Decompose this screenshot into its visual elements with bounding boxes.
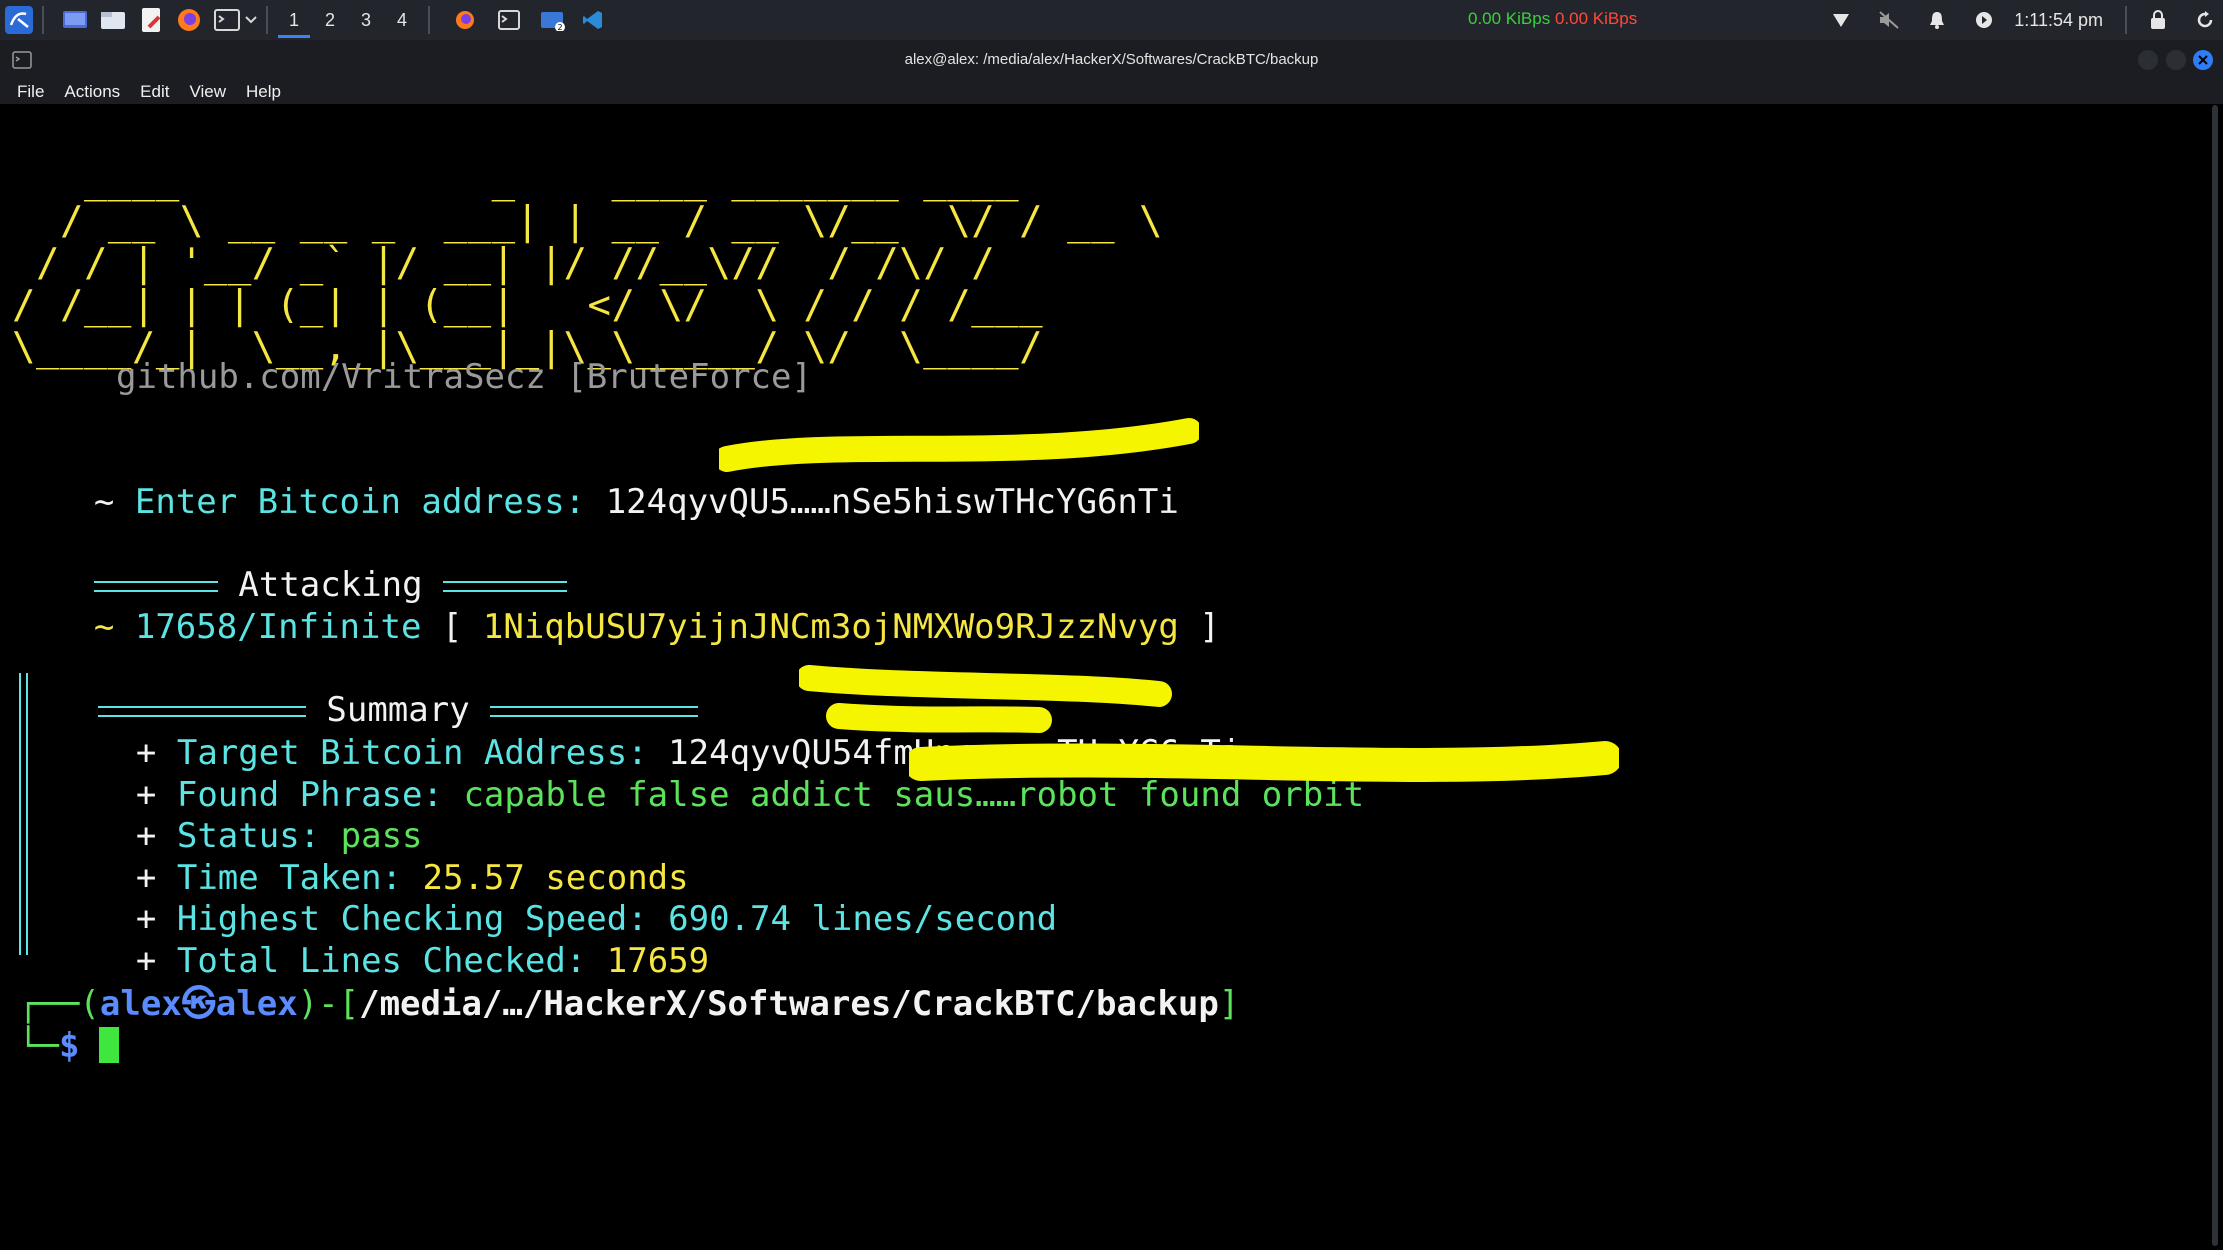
terminal-icon[interactable]: [212, 5, 242, 35]
redaction-scribble-address: [719, 418, 1199, 472]
redaction-scribble-target: [799, 665, 1172, 733]
desktop-icon[interactable]: [60, 5, 90, 35]
maximize-button[interactable]: [2166, 50, 2186, 70]
redaction-scribble-phrase: [909, 741, 1619, 782]
lock-icon[interactable]: [2149, 9, 2167, 31]
network-icon[interactable]: [1832, 12, 1850, 28]
entered-address: 124qyvQU5……nSe5hiswTHcYG6nTi: [605, 482, 1179, 522]
menu-edit[interactable]: Edit: [140, 82, 169, 102]
svg-text:2: 2: [558, 23, 563, 31]
file-manager-icon[interactable]: [98, 5, 128, 35]
taskbar-firefox-icon[interactable]: [450, 5, 480, 35]
summary-value: 690.74 lines/second: [668, 899, 1058, 939]
workspace-3[interactable]: 3: [348, 2, 384, 38]
close-button[interactable]: [2193, 50, 2213, 70]
kali-menu-icon[interactable]: [4, 5, 34, 35]
banner-credit: github.com/VritraSecz [BruteForce]: [116, 357, 812, 397]
summary-key: Total Lines Checked:: [176, 941, 587, 981]
terminal-scrollbar[interactable]: [2208, 105, 2223, 1246]
prompt-host: alex: [215, 984, 298, 1024]
taskbar-vscode-icon[interactable]: [578, 5, 608, 35]
shell-prompt-line-2: └─$: [18, 1026, 79, 1066]
taskbar-terminal-icon[interactable]: [494, 5, 524, 35]
enter-address-label: Enter Bitcoin address:: [134, 482, 586, 522]
prompt-symbol: $: [58, 1026, 80, 1066]
terminal-cursor: [99, 1027, 119, 1063]
power-icon[interactable]: [1974, 10, 1994, 30]
attempt-counter: 17658/Infinite: [134, 607, 422, 647]
taskbar-files-icon[interactable]: 2: [538, 5, 568, 35]
current-candidate: 1NiqbUSU7yijnJNCm3ojNMXWo9RJzzNvyg: [482, 607, 1179, 647]
kali-logo-icon: ㉿: [181, 984, 216, 1024]
net-down-speed: 0.00 KiBps: [1468, 9, 1551, 28]
clock[interactable]: 1:11:54 pm: [2014, 10, 2103, 31]
summary-value: 17659: [606, 941, 710, 981]
firefox-icon[interactable]: [174, 5, 204, 35]
prompt-path: /media/…/HackerX/Softwares/CrackBTC/back…: [359, 984, 1219, 1024]
progress-tilde: ~: [93, 607, 115, 647]
top-panel: 1 2 3 4 2 0.00 KiBps 0.00 KiBps 1:11:54 …: [0, 0, 2223, 40]
bell-icon[interactable]: [1928, 10, 1946, 30]
mute-icon[interactable]: [1878, 10, 1900, 30]
minimize-button[interactable]: [2138, 50, 2158, 70]
window-titlebar[interactable]: alex@alex: /media/alex/HackerX/Softwares…: [0, 40, 2223, 80]
workspace-4[interactable]: 4: [384, 2, 420, 38]
menu-actions[interactable]: Actions: [64, 82, 120, 102]
prompt-corner-bottom: └─: [18, 1026, 59, 1066]
text-editor-icon[interactable]: [136, 5, 166, 35]
menu-bar: File Actions Edit View Help: [0, 80, 2223, 104]
chevron-down-icon[interactable]: [244, 5, 258, 35]
window-title: alex@alex: /media/alex/HackerX/Softwares…: [904, 51, 1319, 68]
menu-view[interactable]: View: [189, 82, 226, 102]
net-up-speed: 0.00 KiBps: [1554, 9, 1638, 28]
network-speed: 0.00 KiBps 0.00 KiBps: [1468, 9, 1637, 29]
close-icon: [2198, 55, 2208, 65]
workspace-2[interactable]: 2: [312, 2, 348, 38]
panel-separator: [428, 6, 430, 34]
workspace-1[interactable]: 1: [276, 2, 312, 38]
prompt-tilde: ~: [93, 482, 115, 522]
prompt-corner-top: ┌──(: [18, 984, 100, 1024]
panel-separator: [42, 6, 44, 34]
system-tray: 1:11:54 pm: [1818, 0, 2223, 40]
menu-file[interactable]: File: [17, 82, 44, 102]
terminal-area[interactable]: ____ _ ____ _______ ____ / __ \ __ __ _ …: [4, 105, 2208, 1246]
summary-border: [19, 673, 28, 955]
shell-prompt-line-1: ┌──(alex㉿alex)-[/media/…/HackerX/Softwar…: [18, 984, 1240, 1024]
prompt-user: alex: [99, 984, 182, 1024]
crackbtc-banner: ____ _ ____ _______ ____ / __ \ __ __ _ …: [12, 157, 1164, 370]
menu-help[interactable]: Help: [246, 82, 281, 102]
panel-separator: [2125, 6, 2127, 34]
scrollbar-thumb[interactable]: [2212, 105, 2218, 1246]
refresh-icon[interactable]: [2195, 10, 2215, 30]
panel-separator: [266, 6, 268, 34]
